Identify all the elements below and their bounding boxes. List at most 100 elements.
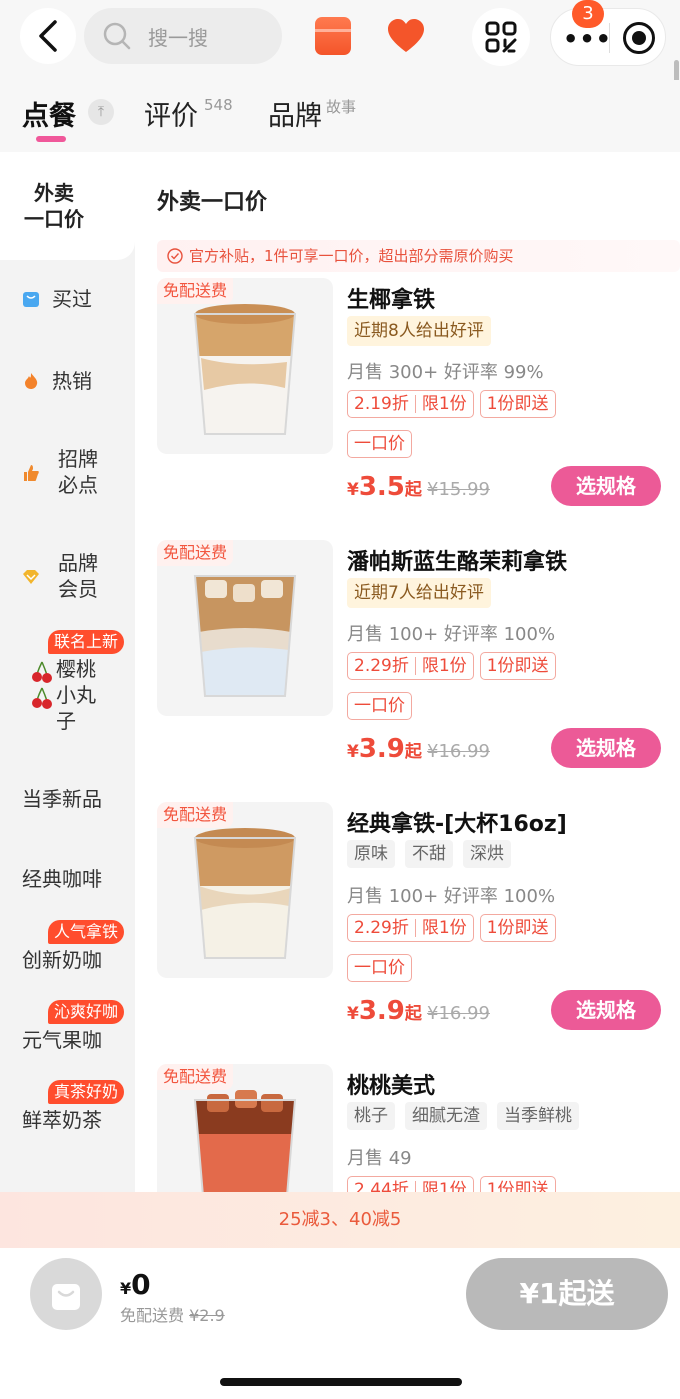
discount-label: 2.44折 xyxy=(354,1180,409,1192)
price: ¥3.5起 xyxy=(347,472,422,502)
thumbs-up-icon xyxy=(24,465,39,481)
mini-program-capsule: ••• xyxy=(550,8,666,66)
favorite-heart-icon[interactable] xyxy=(386,18,426,54)
product-image: 免配送费 xyxy=(157,540,333,716)
price-currency: ¥ xyxy=(347,742,359,762)
flame-icon xyxy=(25,373,38,389)
tab-brand[interactable]: 品牌 xyxy=(268,94,322,133)
sidebar-item-one-price[interactable]: 外卖 一口价 xyxy=(0,152,135,260)
cart-currency: ¥ xyxy=(120,1279,132,1298)
notice-text: 官方补贴，1件可享一口价，超出部分需原价购买 xyxy=(189,247,514,265)
free-delivery-tag: 免配送费 xyxy=(157,278,234,304)
top-bar: 搜一搜 ••• 3 xyxy=(0,0,680,80)
product-card[interactable]: 免配送费 桃桃美式 桃子 细腻无渣 当季鲜桃 月售 49 2.44折 限1份 1… xyxy=(157,1064,667,1192)
cart-bar: ¥0 免配送费 ¥2.9 ¥1起送 xyxy=(0,1248,680,1399)
product-name: 经典拿铁-[大杯16oz] xyxy=(347,812,567,837)
min-order-label: 1份即送 xyxy=(486,918,549,938)
sidebar-item-cherry[interactable]: 联名上新 樱桃 小丸 子 xyxy=(0,630,135,734)
sidebar-promo-tag: 真茶好奶 xyxy=(48,1080,125,1104)
attribute-tag: 原味 xyxy=(347,840,395,868)
sidebar-item-label: 元气果咖 xyxy=(22,1028,102,1052)
search-icon xyxy=(103,22,131,50)
min-order-box: 1份即送 xyxy=(479,1176,556,1192)
discount-box: 2.29折 限1份 xyxy=(347,914,474,942)
qr-code-icon xyxy=(485,21,517,53)
price: ¥3.9起 xyxy=(347,734,422,764)
promo-divider xyxy=(414,657,416,675)
select-spec-button[interactable]: 选规格 xyxy=(551,728,661,768)
back-button[interactable] xyxy=(20,8,76,64)
min-order-label: 1份即送 xyxy=(486,394,549,414)
attribute-tags: 桃子 细腻无渣 当季鲜桃 xyxy=(347,1102,579,1130)
sidebar-item-milk-tea[interactable]: 真茶好奶 鲜萃奶茶 xyxy=(0,1080,135,1136)
original-price: ¥16.99 xyxy=(427,741,490,762)
iced-latte-image xyxy=(193,304,297,435)
discount-label: 2.19折 xyxy=(354,394,409,414)
sidebar-item-label: 招牌 必点 xyxy=(58,447,98,497)
price-suffix: 起 xyxy=(404,1004,422,1024)
discount-label: 2.29折 xyxy=(354,918,409,938)
limit-label: 限1份 xyxy=(421,1180,467,1192)
promo-row: 2.44折 限1份 1份即送 xyxy=(347,1176,556,1192)
search-placeholder: 搜一搜 xyxy=(148,25,208,50)
promo-divider xyxy=(414,919,416,937)
cherry-icon xyxy=(32,661,52,683)
price: ¥3.9起 xyxy=(347,996,422,1026)
product-card[interactable]: 免配送费 经典拿铁-[大杯16oz] 原味 不甜 深烘 月售 100+ 好评率 … xyxy=(157,802,667,1042)
cart-button[interactable] xyxy=(30,1258,102,1330)
attribute-tag: 不甜 xyxy=(405,840,453,868)
sidebar-item-signature[interactable]: 招牌 必点 xyxy=(0,446,135,502)
sidebar-item-creative-milk-coffee[interactable]: 人气拿铁 创新奶咖 xyxy=(0,920,135,976)
sidebar-item-hot[interactable]: 热销 xyxy=(0,368,135,398)
attribute-tags: 原味 不甜 深烘 xyxy=(347,840,511,868)
min-order-box: 1份即送 xyxy=(479,652,556,680)
tab-reviews[interactable]: 评价 xyxy=(144,94,198,133)
check-circle-icon xyxy=(167,248,183,264)
free-delivery-tag: 免配送费 xyxy=(157,540,234,566)
red-packet-icon[interactable] xyxy=(315,17,351,55)
delivery-fee-note: 免配送费 ¥2.9 xyxy=(120,1302,225,1326)
sidebar-item-fruit-coffee[interactable]: 沁爽好咖 元气果咖 xyxy=(0,1000,135,1056)
cart-amount: 0 xyxy=(131,1268,151,1301)
product-card[interactable]: 免配送费 生椰拿铁 近期8人给出好评 月售 300+ 好评率 99% 2.19折… xyxy=(157,278,667,518)
iced-blue-latte-image xyxy=(193,575,297,697)
one-price-tag: 一口价 xyxy=(347,954,412,982)
discount-box: 2.19折 限1份 xyxy=(347,390,474,418)
section-title: 外卖一口价 xyxy=(157,190,268,215)
sidebar-item-label: 买过 xyxy=(52,287,92,311)
scan-qr-button[interactable] xyxy=(472,8,530,66)
review-count: 548 xyxy=(204,96,233,114)
category-sidebar: 外卖 一口价 买过 热销 招牌 必点 品牌 会员 联名上新 樱桃 小丸 子 当季… xyxy=(0,152,135,1192)
min-order-label: 1份即送 xyxy=(486,1180,549,1192)
product-name: 生椰拿铁 xyxy=(347,288,436,313)
sales-stats: 月售 300+ 好评率 99% xyxy=(347,362,544,383)
promo-row: 2.29折 限1份 1份即送 xyxy=(347,652,556,680)
select-spec-button[interactable]: 选规格 xyxy=(551,990,661,1030)
sidebar-item-seasonal[interactable]: 当季新品 xyxy=(0,786,135,816)
sidebar-promo-tag: 联名上新 xyxy=(48,630,125,654)
free-delivery-tag: 免配送费 xyxy=(157,1064,234,1090)
review-tag: 近期8人给出好评 xyxy=(347,316,491,346)
discount-banner[interactable]: 25减3、40减5 xyxy=(0,1192,680,1248)
checkout-button[interactable]: ¥1起送 xyxy=(466,1258,668,1330)
product-card[interactable]: 免配送费 潘帕斯蓝生酪茉莉拿铁 近期7人给出好评 月售 100+ 好评率 100… xyxy=(157,540,667,780)
sidebar-item-member[interactable]: 品牌 会员 xyxy=(0,550,135,606)
tab-order[interactable]: 点餐 xyxy=(22,94,76,133)
price-value: 3.9 xyxy=(358,734,405,764)
limit-label: 限1份 xyxy=(421,918,467,938)
close-mini-program-icon[interactable] xyxy=(623,22,655,54)
sidebar-item-label: 外卖 一口价 xyxy=(24,181,84,231)
promo-divider xyxy=(414,1181,416,1192)
min-order-box: 1份即送 xyxy=(479,390,556,418)
select-spec-button[interactable]: 选规格 xyxy=(551,466,661,506)
capsule-divider xyxy=(609,23,610,53)
search-input[interactable]: 搜一搜 xyxy=(84,8,282,64)
free-delivery-tag: 免配送费 xyxy=(157,802,234,828)
sidebar-item-bought[interactable]: 买过 xyxy=(0,286,135,316)
more-options-icon[interactable]: ••• xyxy=(563,25,612,53)
cherry-icon xyxy=(32,687,52,709)
sidebar-item-classic-coffee[interactable]: 经典咖啡 xyxy=(0,866,135,896)
subsidy-notice: 官方补贴，1件可享一口价，超出部分需原价购买 xyxy=(157,240,680,272)
sidebar-promo-tag: 沁爽好咖 xyxy=(48,1000,125,1024)
pin-top-icon[interactable]: ⤒ xyxy=(88,99,114,125)
